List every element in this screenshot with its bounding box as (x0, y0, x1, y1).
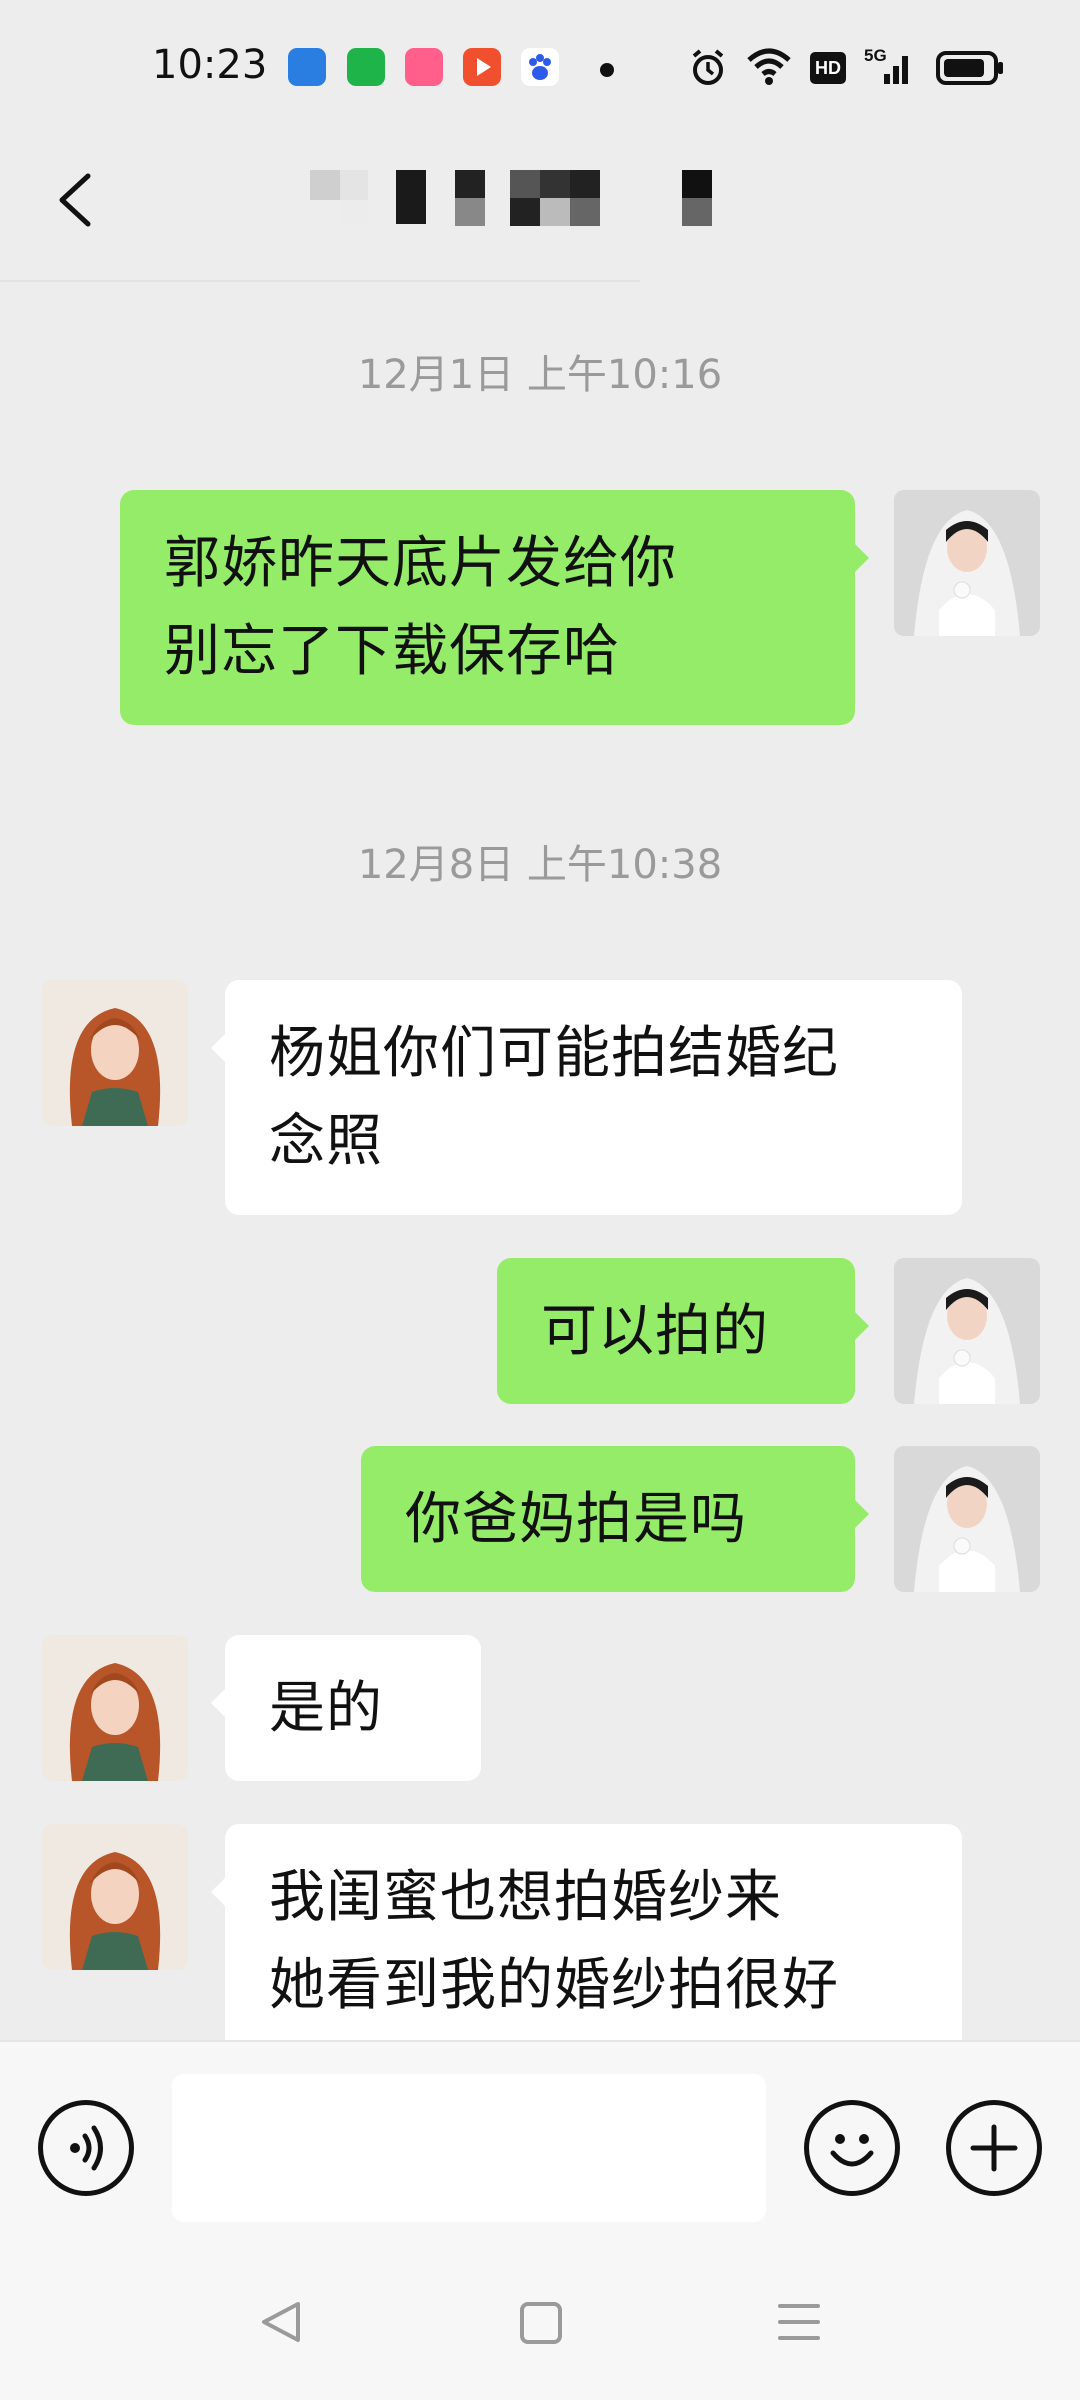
voice-icon (70, 2125, 103, 2171)
bride-avatar-image (894, 490, 1040, 636)
system-nav-bar (0, 2240, 1080, 2400)
incoming-message-bubble[interactable]: 杨姐你们可能拍结婚纪 念照 (211, 980, 962, 1215)
my-avatar[interactable] (894, 1446, 1040, 1592)
chat-header (0, 130, 1080, 282)
message-line: 杨姐你们可能拍结婚纪 (269, 1021, 839, 1086)
incoming-message-bubble[interactable]: 是的 (211, 1635, 481, 1781)
message-timestamp: 12月8日 上午10:38 (357, 842, 723, 888)
status-time: 10:23 (152, 42, 268, 88)
message-line: 念照 (269, 1109, 383, 1174)
triangle-back-icon[interactable] (258, 2298, 304, 2346)
input-bar (0, 2040, 1080, 2240)
blue-app-icon (288, 48, 326, 86)
message-line: 可以拍的 (541, 1299, 769, 1364)
girl-avatar-image (42, 980, 188, 1126)
girl-avatar-image (42, 1824, 188, 1970)
hd-badge: HD (810, 52, 846, 84)
menu-lines-icon[interactable] (776, 2298, 822, 2346)
outgoing-message-bubble[interactable]: 郭娇昨天底片发给你 别忘了下载保存哈 (120, 490, 869, 725)
contact-name-pixelated[interactable] (310, 170, 720, 240)
baidu-paw-icon (521, 48, 559, 86)
notification-dot (600, 63, 614, 77)
chat-screen: 10:23 HD 5G 12月1日 上午10:16 郭娇昨天底片发给你 别忘了下… (0, 0, 1080, 2400)
message-line: 别忘了下载保存哈 (164, 619, 620, 684)
bride-avatar-image (894, 1446, 1040, 1592)
message-input[interactable] (172, 2074, 766, 2222)
bride-avatar-image (894, 1258, 1040, 1404)
my-avatar[interactable] (894, 1258, 1040, 1404)
incoming-message-bubble[interactable]: 我闺蜜也想拍婚纱来 她看到我的婚纱拍很好 (211, 1824, 962, 2040)
add-button[interactable] (946, 2100, 1042, 2196)
outgoing-message-bubble[interactable]: 可以拍的 (497, 1258, 869, 1404)
contact-avatar[interactable] (42, 980, 188, 1126)
my-avatar[interactable] (894, 490, 1040, 636)
message-line: 她看到我的婚纱拍很好 (269, 1953, 839, 2018)
wifi-icon (747, 48, 791, 85)
message-line: 你爸妈拍是吗 (405, 1487, 747, 1552)
back-button[interactable] (40, 160, 120, 240)
outgoing-message-bubble[interactable]: 你爸妈拍是吗 (361, 1446, 869, 1592)
smiley-icon (830, 2134, 874, 2167)
pink-app-icon (405, 48, 443, 86)
girl-avatar-image (42, 1635, 188, 1781)
voice-button[interactable] (38, 2100, 134, 2196)
contact-avatar[interactable] (42, 1824, 188, 1970)
signal-icon (884, 56, 908, 84)
video-play-icon (463, 48, 501, 86)
plus-icon (970, 2124, 1018, 2172)
emoji-button[interactable] (804, 2100, 900, 2196)
green-bag-icon (347, 48, 385, 86)
message-list[interactable]: 12月1日 上午10:16 郭娇昨天底片发给你 别忘了下载保存哈 12月8日 上… (0, 282, 1080, 2040)
message-timestamp: 12月1日 上午10:16 (357, 352, 723, 398)
contact-avatar[interactable] (42, 1635, 188, 1781)
alarm-icon (692, 49, 724, 85)
status-bar: 10:23 HD 5G (0, 0, 1080, 130)
message-line: 我闺蜜也想拍婚纱来 (269, 1865, 782, 1930)
message-line: 是的 (269, 1676, 383, 1741)
square-home-icon[interactable] (518, 2298, 564, 2346)
chevron-left-icon (59, 173, 91, 227)
battery-icon (936, 51, 1003, 85)
message-line: 郭娇昨天底片发给你 (164, 531, 677, 596)
